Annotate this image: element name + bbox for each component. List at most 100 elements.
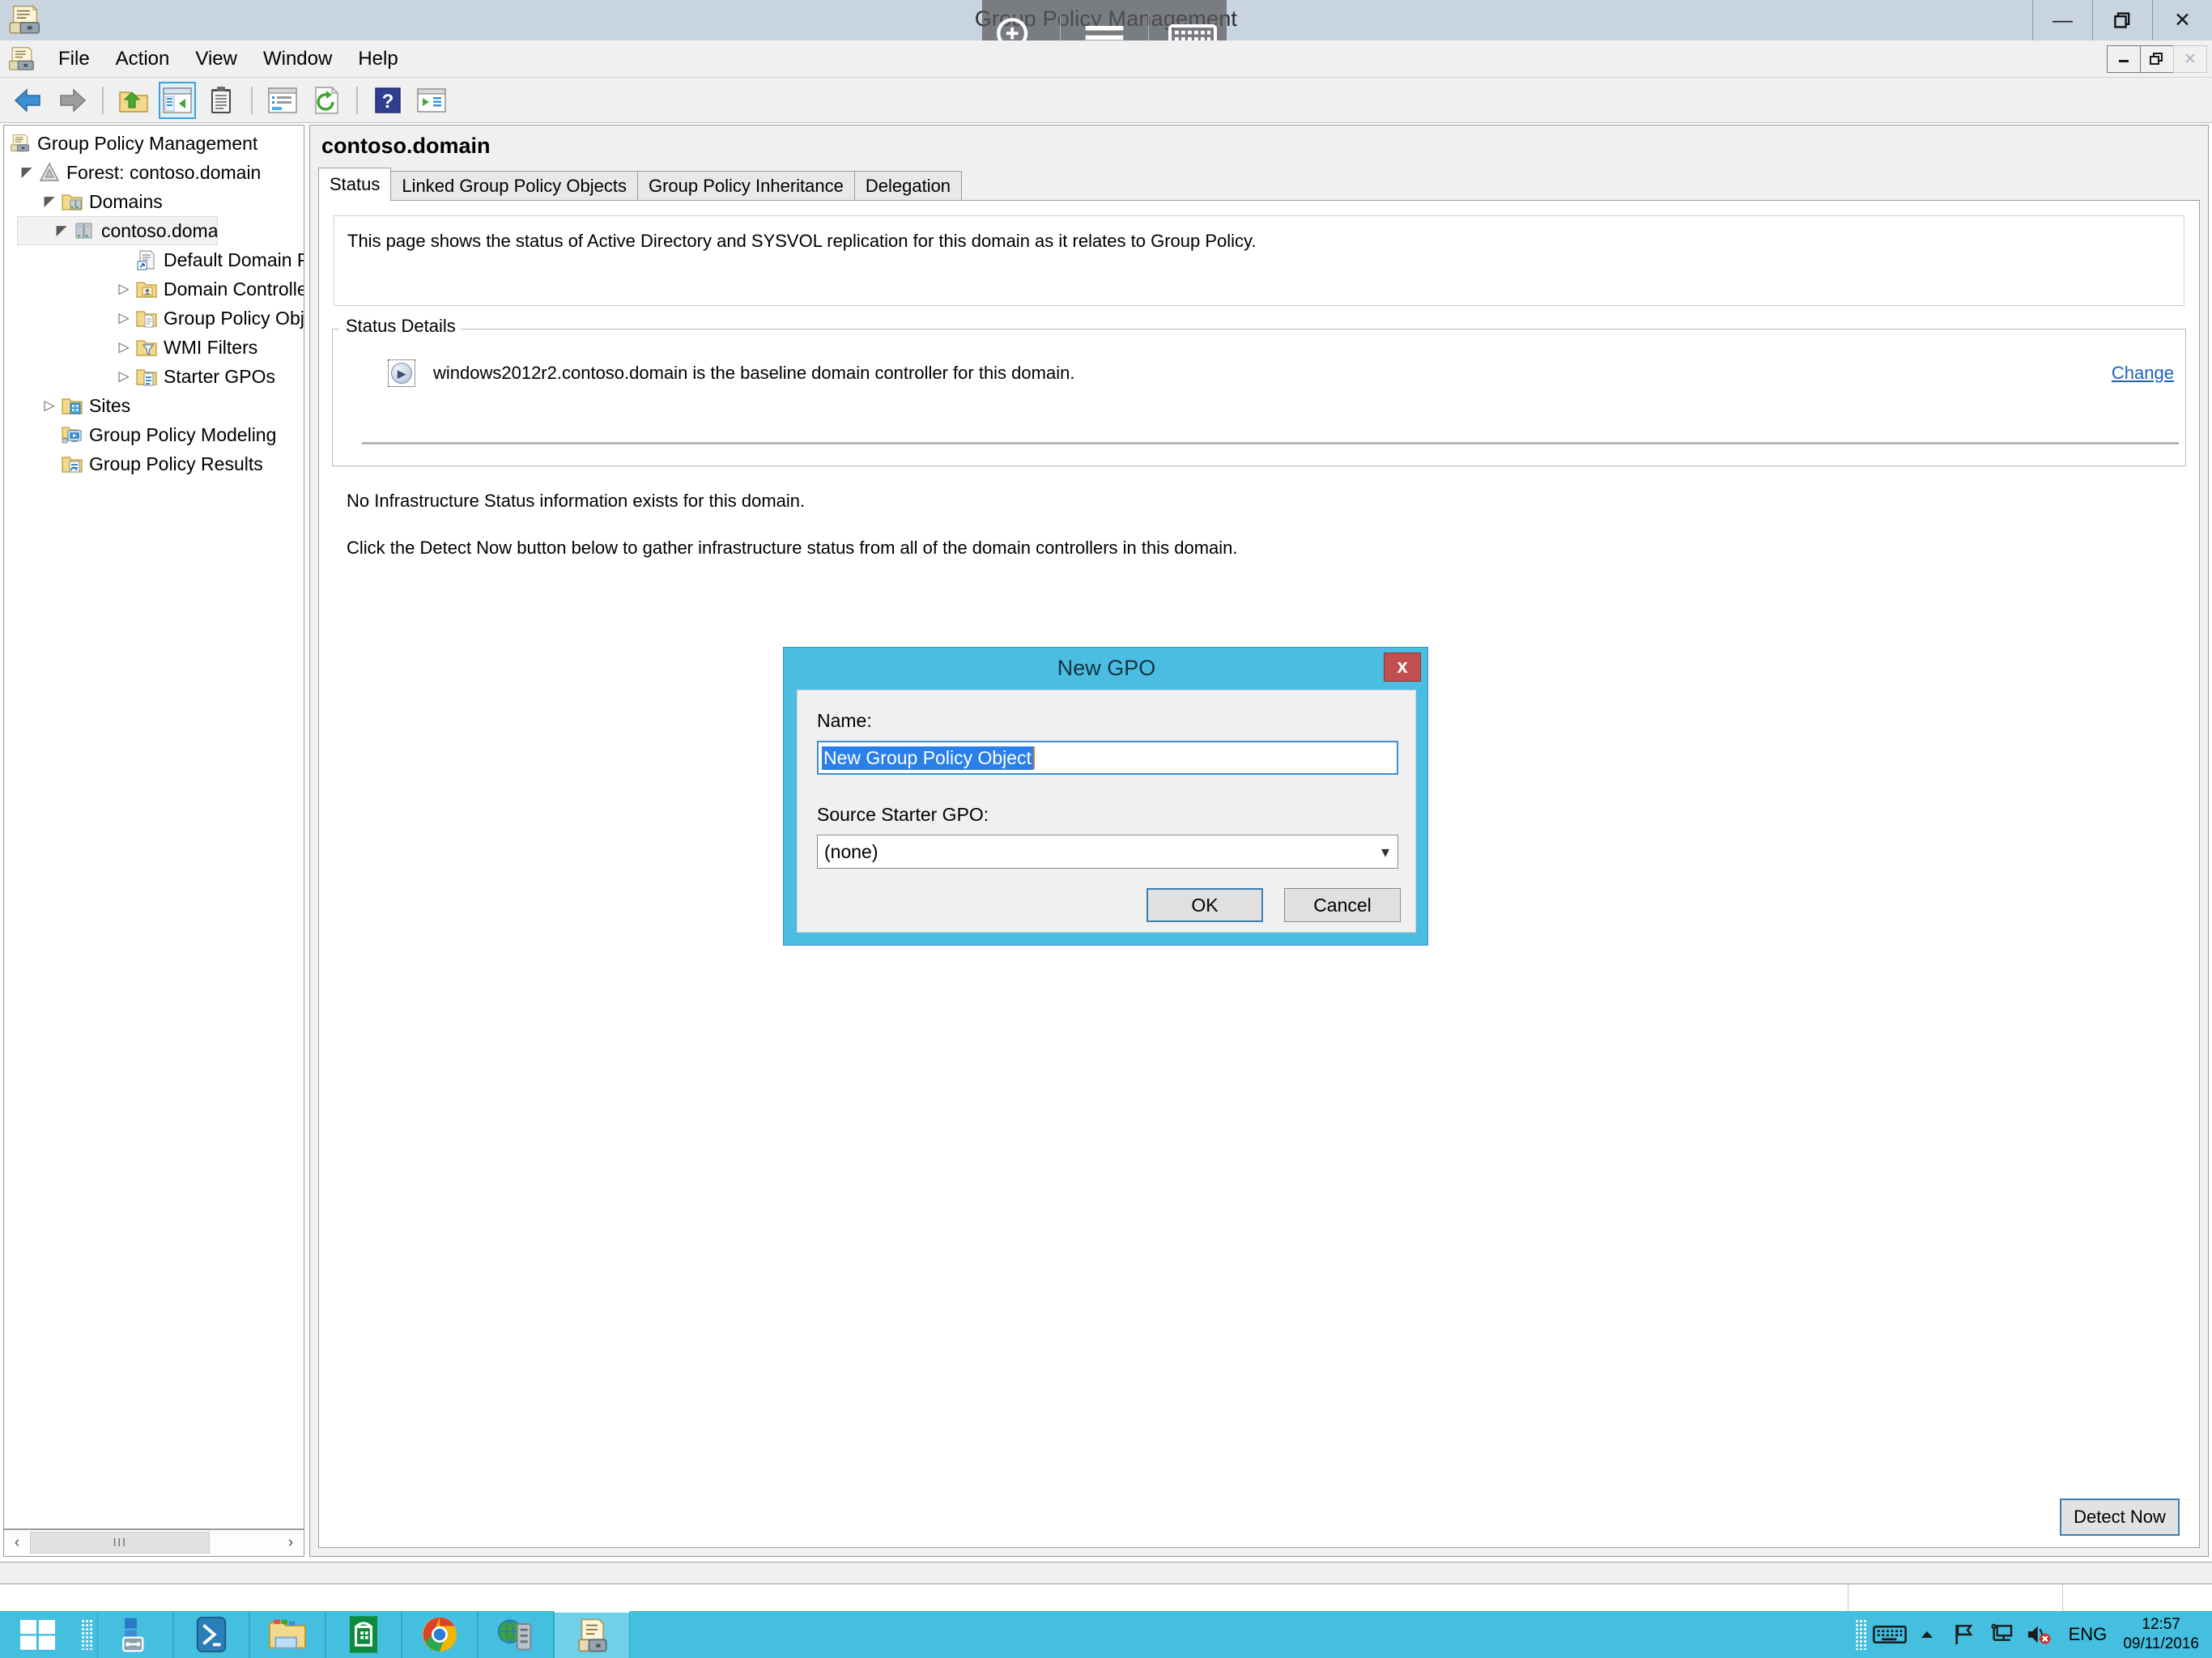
console-tree-icon[interactable] [159, 81, 196, 119]
scroll-left-button[interactable]: ‹ [4, 1530, 30, 1556]
cancel-button[interactable]: Cancel [1284, 888, 1401, 922]
back-button[interactable] [10, 82, 47, 119]
restore-button[interactable] [2092, 0, 2152, 40]
language-indicator[interactable]: ENG [2057, 1624, 2119, 1645]
tree-item-wmi-filters[interactable]: ▷ WMI Filters [4, 333, 304, 362]
change-link[interactable]: Change [2112, 363, 2174, 384]
powershell-icon[interactable] [173, 1611, 249, 1658]
menu-view[interactable]: View [182, 45, 250, 74]
menu-help[interactable]: Help [345, 45, 410, 74]
status-details-group: Status Details ▶ windows2012r2.contoso.d… [332, 316, 2186, 466]
mdi-restore-button[interactable] [2140, 45, 2174, 73]
new-gpo-dialog: New GPO x Name: New Group Policy Object … [783, 647, 1428, 946]
twisty-collapsed-icon[interactable]: ▷ [113, 336, 135, 359]
window-controls: — ✕ [2032, 0, 2212, 40]
twisty-expanded-icon[interactable]: ◤ [38, 190, 61, 213]
chevron-down-icon[interactable]: ▾ [1381, 842, 1389, 862]
action-pane-icon[interactable] [264, 82, 301, 119]
gp-results-icon [61, 453, 83, 475]
close-button[interactable]: ✕ [2152, 0, 2212, 40]
google-chrome-icon[interactable] [402, 1611, 478, 1658]
twisty-collapsed-icon[interactable]: ▷ [38, 394, 61, 417]
taskbar-grip[interactable] [76, 1611, 97, 1658]
toolbar: ? [0, 78, 2212, 123]
menu-window[interactable]: Window [250, 45, 345, 74]
svg-text:?: ? [382, 91, 394, 113]
menu-file[interactable]: File [45, 45, 103, 74]
tab-status[interactable]: Status [318, 168, 392, 202]
tree-item-sites[interactable]: ▷ Sites [4, 391, 304, 420]
file-explorer-icon[interactable] [249, 1611, 325, 1658]
tree-item-label: Domain Controllers [164, 278, 304, 300]
windows-logo-icon[interactable] [0, 1611, 76, 1658]
status-bar [0, 1562, 2212, 1584]
tree-item-group-policy-modeling[interactable]: Group Policy Modeling [4, 420, 304, 449]
page-title: contoso.domain [321, 134, 491, 158]
twisty-expanded-icon[interactable]: ◤ [50, 219, 73, 242]
tree-item-default-domain-policy[interactable]: Default Domain Policy [4, 245, 304, 274]
mdi-minimize-button[interactable] [2107, 45, 2141, 73]
action-center-flag-icon[interactable] [1946, 1611, 1983, 1658]
twisty-collapsed-icon[interactable]: ▷ [113, 278, 135, 300]
scroll-thumb[interactable]: III [30, 1532, 210, 1554]
menubar: File Action View Window Help ✕ [0, 40, 2212, 78]
tree-item-group-policy-results[interactable]: Group Policy Results [4, 449, 304, 478]
name-input[interactable]: New Group Policy Object [817, 741, 1398, 775]
tree-item-domains[interactable]: ◤ Domains [4, 187, 304, 216]
ok-button[interactable]: OK [1146, 888, 1263, 922]
chevron-up-icon[interactable] [1908, 1611, 1946, 1658]
twisty-collapsed-icon[interactable]: ▷ [113, 307, 135, 329]
clock[interactable]: 12:57 09/11/2016 [2118, 1615, 2212, 1654]
tab-delegation[interactable]: Delegation [853, 171, 963, 202]
tab-linked-group-policy-objects[interactable]: Linked Group Policy Objects [390, 171, 638, 202]
network-icon[interactable] [1983, 1611, 2020, 1658]
tree-item-contoso-domain[interactable]: ◤ contoso.domain [17, 216, 218, 245]
console-tree[interactable]: Group Policy Management ◤ Forest: contos… [3, 125, 304, 1529]
clock-time: 12:57 [2142, 1616, 2180, 1634]
group-policy-management-icon[interactable] [554, 1611, 630, 1658]
detect-now-button[interactable]: Detect Now [2060, 1499, 2180, 1536]
tab-group-policy-inheritance[interactable]: Group Policy Inheritance [636, 171, 855, 202]
scroll-right-button[interactable]: › [278, 1530, 304, 1556]
folder-up-icon[interactable] [115, 82, 152, 119]
tree-item-domain-controllers[interactable]: ▷ Domain Controllers [4, 274, 304, 304]
gpm-scroll-icon [9, 132, 32, 155]
server-manager-icon[interactable] [97, 1611, 173, 1658]
tab-strip: Status Linked Group Policy Objects Group… [318, 168, 963, 202]
baseline-dc-text: windows2012r2.contoso.domain is the base… [433, 363, 1075, 383]
twisty-collapsed-icon[interactable]: ▷ [113, 365, 135, 388]
tree-item-forest[interactable]: ◤ Forest: contoso.domain [4, 158, 304, 187]
minimize-button[interactable]: — [2032, 0, 2092, 40]
network-globe-icon[interactable] [478, 1611, 554, 1658]
wmi-filter-folder-icon [135, 336, 158, 359]
hint-text: Click the Detect Now button below to gat… [347, 538, 1238, 558]
baseline-status-icon[interactable]: ▶ [388, 359, 415, 387]
tree-item-starter-gpos[interactable]: ▷ Starter GPOs [4, 362, 304, 391]
clipboard-icon[interactable] [202, 82, 240, 119]
scroll-track[interactable]: III [30, 1530, 278, 1556]
on-screen-keyboard-icon[interactable] [1871, 1611, 1908, 1658]
forward-button[interactable] [53, 82, 91, 119]
source-starter-gpo-select[interactable]: (none) ▾ [817, 835, 1398, 869]
tree-item-label: Default Domain Policy [164, 249, 304, 270]
help-question-icon[interactable]: ? [369, 82, 406, 119]
mdi-close-button: ✕ [2173, 45, 2207, 73]
tray-grip[interactable] [1850, 1611, 1871, 1658]
dialog-close-button[interactable]: x [1384, 653, 1421, 682]
export-list-icon[interactable] [413, 82, 450, 119]
name-input-value: New Group Policy Object [822, 746, 1033, 770]
volume-muted-icon[interactable] [2020, 1611, 2057, 1658]
tree-item-group-policy-management[interactable]: Group Policy Management [4, 129, 304, 158]
tree-item-label: contoso.domain [101, 219, 217, 241]
sites-folder-icon [61, 394, 83, 417]
no-info-text: No Infrastructure Status information exi… [347, 491, 806, 511]
source-starter-gpo-label: Source Starter GPO: [817, 804, 989, 825]
tree-horizontal-scrollbar[interactable]: ‹ III › [3, 1529, 304, 1557]
twisty-expanded-icon[interactable]: ◤ [15, 161, 38, 184]
intro-text: This page shows the status of Active Dir… [347, 231, 1257, 251]
refresh-icon[interactable] [308, 82, 345, 119]
tree-item-group-policy-objects[interactable]: ▷ Group Policy Objects [4, 304, 304, 333]
menu-action[interactable]: Action [103, 45, 183, 74]
tree-item-label: Forest: contoso.domain [66, 161, 262, 183]
windows-store-icon[interactable] [325, 1611, 402, 1658]
